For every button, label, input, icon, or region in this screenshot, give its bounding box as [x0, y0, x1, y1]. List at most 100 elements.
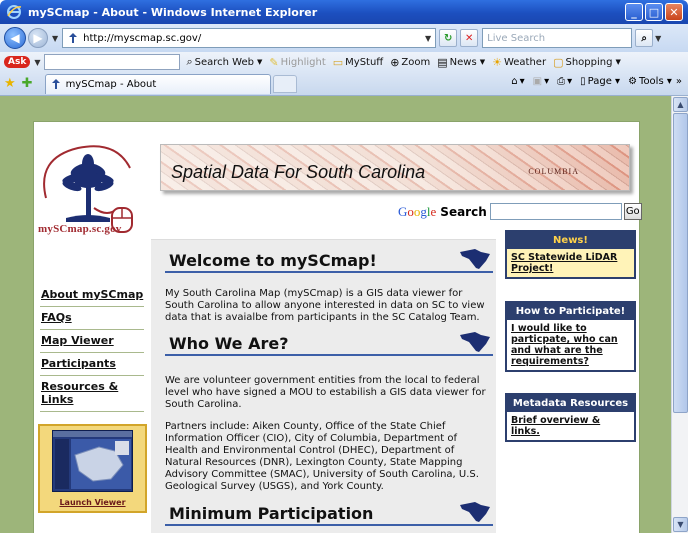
forward-button[interactable]: ▶	[28, 28, 48, 48]
sun-icon: ☀	[492, 55, 502, 69]
who-text-block: We are volunteer government entities fro…	[165, 375, 493, 503]
minimize-button[interactable]: _	[625, 3, 643, 21]
nav-faqs[interactable]: FAQs	[40, 307, 144, 330]
ask-dropdown-icon[interactable]: ▼	[34, 58, 40, 67]
search-label: Search	[440, 204, 487, 219]
folder-icon: ▭	[332, 55, 344, 69]
printer-icon: ⎙	[557, 76, 566, 87]
launch-viewer-card[interactable]: Launch Viewer	[38, 424, 147, 513]
stop-button[interactable]: ✕	[460, 29, 479, 47]
participate-title: How to Participate!	[515, 306, 626, 317]
welcome-heading-row: Welcome to mySCmap!	[165, 245, 493, 273]
news-link[interactable]: SC Statewide LiDAR Project!	[511, 252, 617, 274]
nav-resources-links[interactable]: Resources & Links	[40, 376, 144, 412]
internet-explorer-icon	[6, 4, 22, 20]
participate-body: I would like to particpate, who can and …	[507, 320, 634, 370]
metadata-title: Metadata Resources	[512, 398, 629, 409]
south-carolina-icon	[459, 330, 491, 354]
nav-map-viewer[interactable]: Map Viewer	[40, 330, 144, 353]
page-viewport: ▲ ▼ mySCmap.sc.gov Spatial Data For Sout…	[0, 96, 688, 533]
google-search-box: Google Search Go	[398, 203, 642, 220]
news-button[interactable]: ▤ News ▼	[437, 56, 485, 69]
banner-map-label: COLUMBIA	[528, 167, 579, 176]
toolbar-overflow-icon[interactable]: »	[676, 76, 682, 87]
ask-toolbar: Ask ▼ ⌕ Search Web ▼ ✎ Highlight ▭ MyStuff ⊕…	[0, 52, 688, 72]
shopping-bag-icon: ▢	[553, 55, 564, 69]
home-button[interactable]: ⌂ ▾	[511, 76, 524, 87]
weather-button[interactable]: ☀ Weather	[492, 56, 546, 69]
newspaper-icon: ▤	[437, 55, 448, 69]
gear-icon: ⚙	[628, 76, 638, 87]
shopping-button[interactable]: ▢ Shopping ▼	[553, 56, 621, 69]
left-navigation: About mySCmap FAQs Map Viewer Participan…	[40, 284, 144, 412]
new-tab-button[interactable]	[272, 74, 297, 93]
scroll-up-icon[interactable]: ▲	[673, 97, 688, 112]
banner-title: Spatial Data For South Carolina	[171, 162, 426, 182]
nav-participants[interactable]: Participants	[40, 353, 144, 376]
tab-favicon	[50, 78, 62, 90]
command-bar: ⌂ ▾ ▣ ▾ ⎙ ▾ ▯ Page ▾ ⚙ Tools ▾ »	[503, 76, 682, 87]
metadata-link[interactable]: Brief overview & links.	[511, 415, 600, 437]
google-logo: Google	[398, 203, 437, 219]
banner-image: Spatial Data For South Carolina COLUMBIA	[160, 144, 630, 191]
feeds-button[interactable]: ▣ ▾	[533, 76, 549, 87]
tab-myscmap-about[interactable]: mySCmap - About	[44, 73, 271, 94]
rss-icon: ▣	[532, 76, 543, 87]
window-title: mySCmap - About - Windows Internet Explo…	[28, 5, 318, 19]
participate-link[interactable]: I would like to particpate, who can and …	[511, 323, 618, 367]
scroll-down-icon[interactable]: ▼	[673, 517, 688, 532]
search-web-button[interactable]: ⌕ Search Web ▼	[186, 55, 262, 69]
tools-menu[interactable]: ⚙ Tools ▾	[628, 76, 672, 87]
address-url: http://myscmap.sc.gov/	[83, 32, 202, 44]
news-body: SC Statewide LiDAR Project!	[507, 249, 634, 277]
viewer-thumbnail	[52, 430, 133, 492]
maximize-button[interactable]: □	[645, 3, 663, 21]
favorites-star-icon[interactable]: ★	[4, 76, 16, 91]
live-search-placeholder: Live Search	[487, 32, 546, 44]
search-options-icon[interactable]: ▼	[655, 34, 661, 43]
metadata-box: Metadata Resources Brief overview & link…	[505, 393, 636, 442]
address-dropdown-icon[interactable]: ▼	[425, 34, 431, 43]
who-section: Who We Are?	[165, 328, 493, 356]
site-page: mySCmap.sc.gov Spatial Data For South Ca…	[33, 121, 642, 533]
address-bar[interactable]: http://myscmap.sc.gov/ ▼	[62, 28, 437, 48]
highlighter-icon: ✎	[269, 55, 279, 69]
vertical-scrollbar[interactable]: ▲ ▼	[671, 96, 688, 533]
ask-search-input[interactable]	[44, 54, 181, 70]
highlight-button[interactable]: ✎ Highlight	[269, 56, 325, 69]
add-favorites-icon[interactable]: ✚	[22, 76, 33, 91]
zoom-button[interactable]: ⊕ Zoom	[390, 56, 430, 69]
close-button[interactable]: ✕	[665, 3, 683, 21]
window-controls: _ □ ✕	[625, 3, 683, 21]
welcome-paragraph: My South Carolina Map (mySCmap) is a GIS…	[165, 288, 485, 323]
address-toolbar: ◀ ▶ ▼ http://myscmap.sc.gov/ ▼ ↻ ✕ Live …	[0, 24, 688, 52]
tab-toolbar: ★ ✚ mySCmap - About ⌂ ▾ ▣ ▾ ⎙ ▾ ▯ Page ▾ ⚙ To…	[0, 72, 688, 96]
mystuff-button[interactable]: ▭ MyStuff	[333, 56, 383, 69]
page-icon: ▯	[580, 76, 586, 87]
live-search-input[interactable]: Live Search	[482, 28, 633, 48]
participation-heading: Minimum Participation	[169, 504, 374, 523]
metadata-body: Brief overview & links.	[507, 412, 634, 440]
google-search-input[interactable]	[489, 203, 622, 220]
who-paragraph-1: We are volunteer government entities fro…	[165, 375, 486, 410]
news-title: News!	[553, 235, 588, 246]
nav-about[interactable]: About mySCmap	[40, 284, 144, 307]
print-button[interactable]: ⎙ ▾	[557, 76, 572, 87]
who-heading-row: Who We Are?	[165, 328, 493, 356]
who-paragraph-2: Partners include: Aiken County, Office o…	[165, 421, 479, 492]
page-menu[interactable]: ▯ Page ▾	[580, 76, 620, 87]
participation-section: Minimum Participation	[165, 498, 493, 526]
history-dropdown-icon[interactable]: ▼	[52, 34, 58, 43]
participation-heading-row: Minimum Participation	[165, 498, 493, 526]
scroll-thumb[interactable]	[673, 113, 688, 413]
search-icon[interactable]: ⌕	[635, 29, 654, 47]
back-button[interactable]: ◀	[4, 27, 26, 49]
home-icon: ⌂	[511, 76, 518, 87]
window-titlebar: mySCmap - About - Windows Internet Explo…	[0, 0, 688, 24]
news-box: News! SC Statewide LiDAR Project!	[505, 230, 636, 279]
refresh-button[interactable]: ↻	[439, 29, 458, 47]
magnifier-icon: ⌕	[186, 55, 193, 68]
go-button[interactable]: Go	[623, 203, 642, 220]
ask-logo[interactable]: Ask	[4, 56, 31, 68]
launch-viewer-link[interactable]: Launch Viewer	[40, 498, 145, 507]
